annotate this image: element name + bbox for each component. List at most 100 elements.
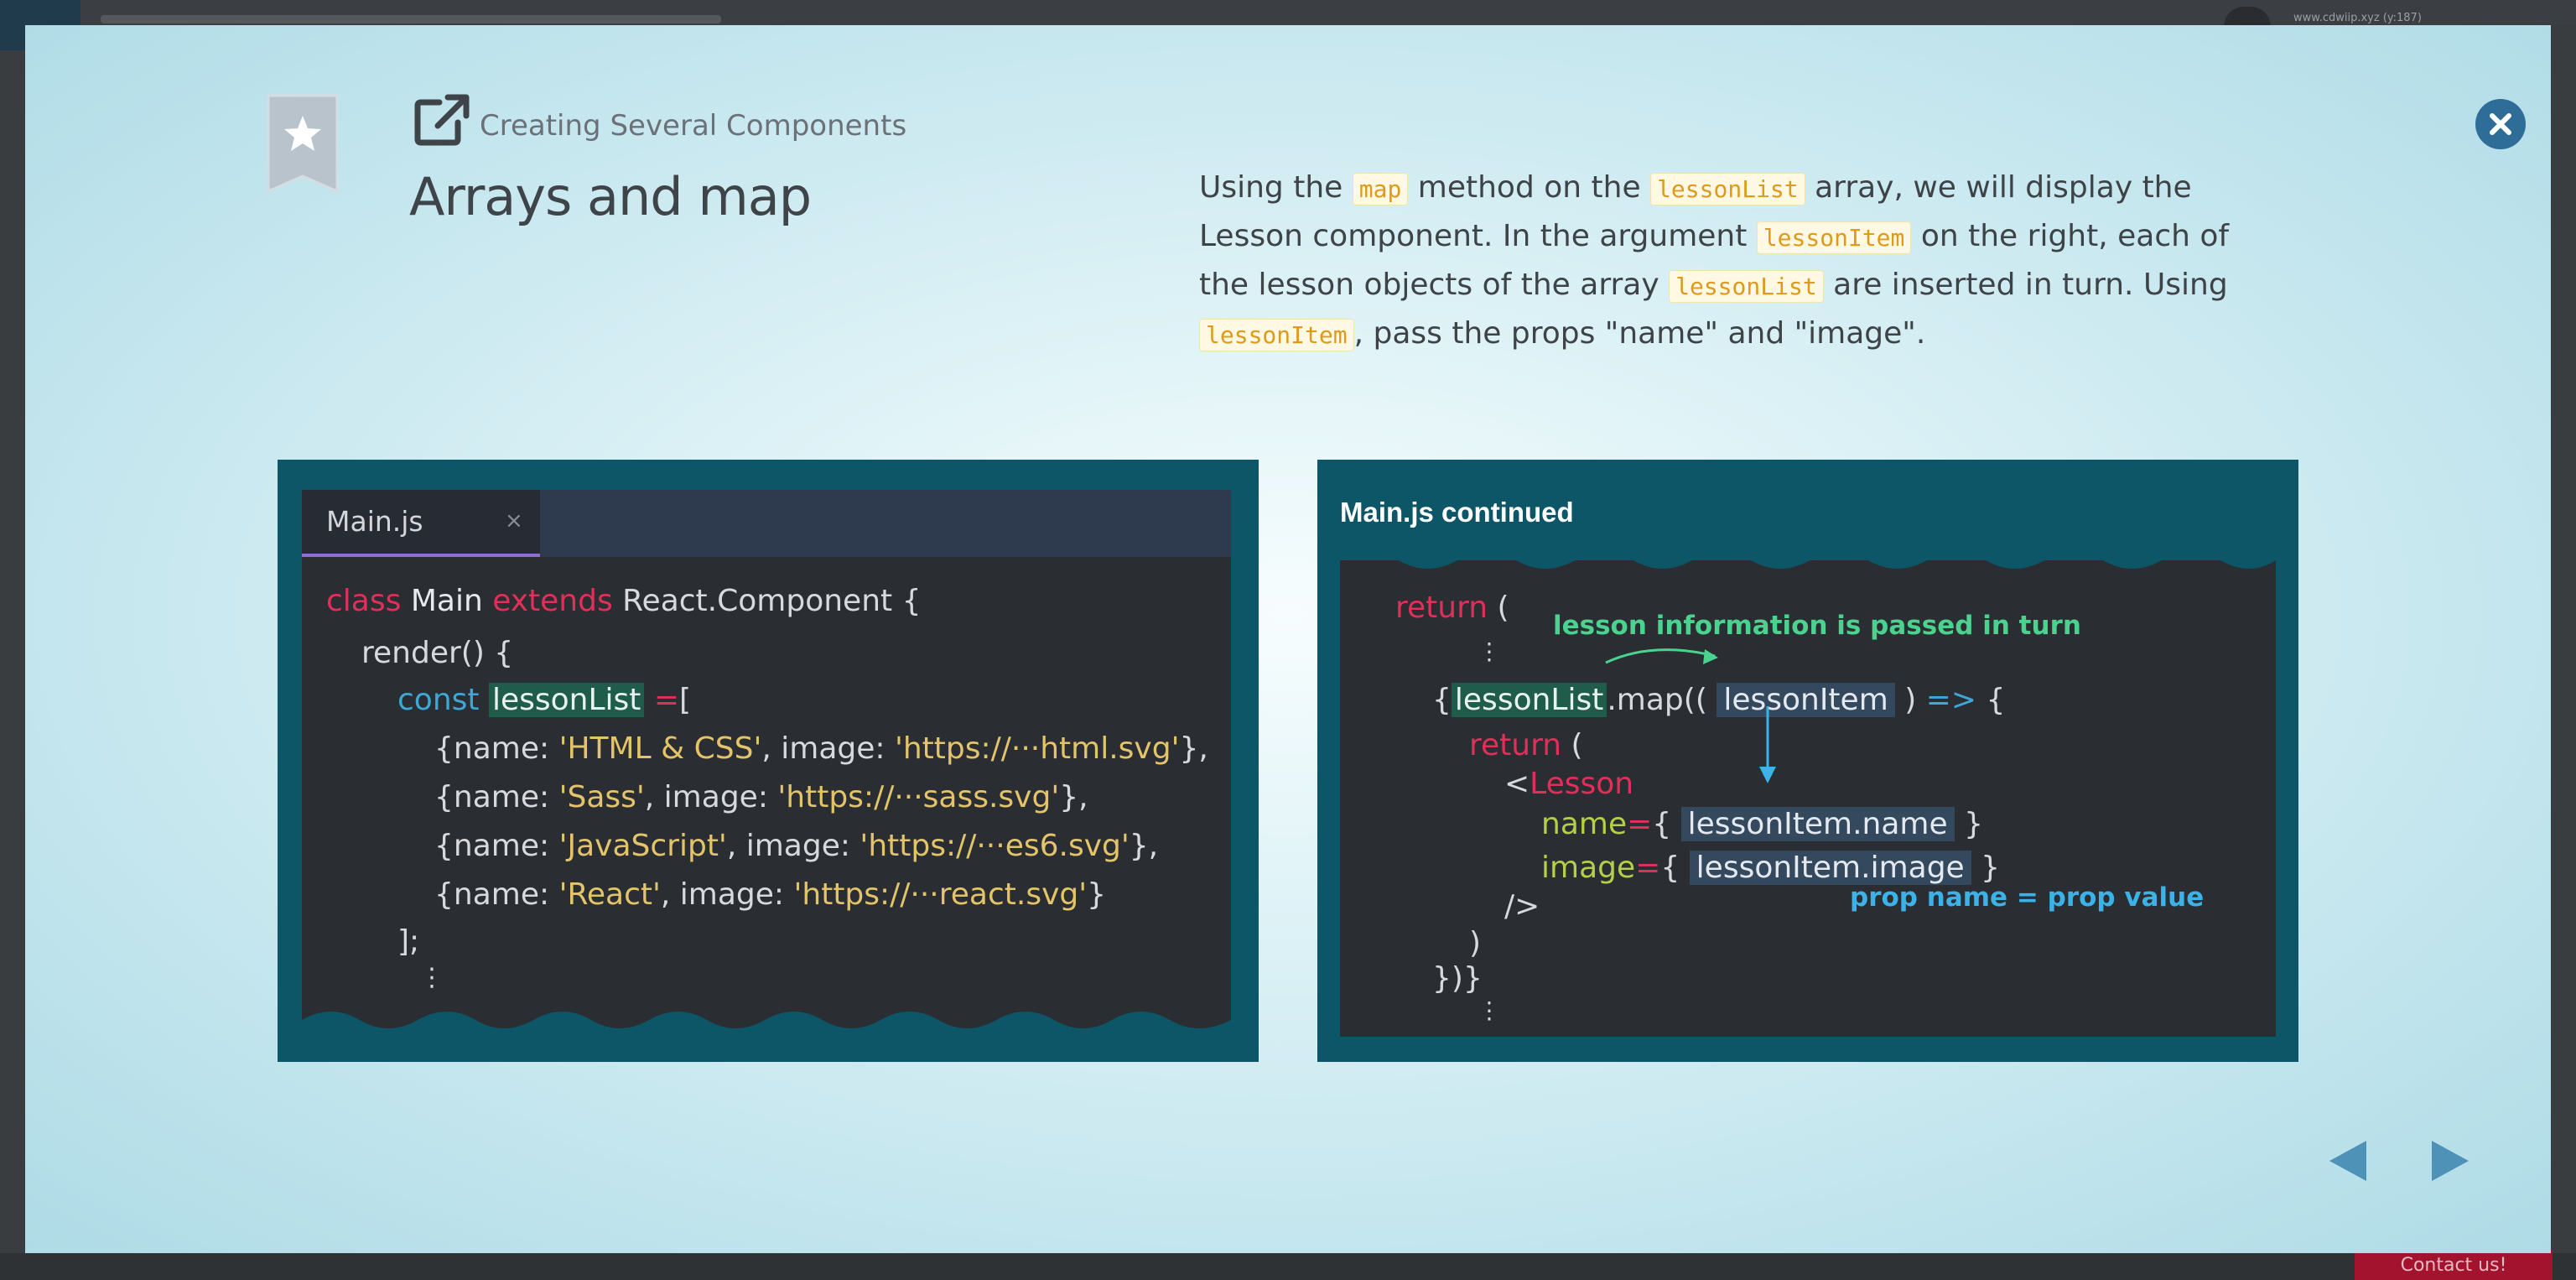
code-string: 'https://···es6.svg': [860, 829, 1130, 863]
app-search-bar: [101, 15, 721, 23]
code-token: {: [1660, 851, 1680, 885]
app-footer-backdrop: [0, 1253, 2576, 1280]
tab-label: Main.js: [326, 505, 423, 538]
code-token: const: [397, 683, 480, 717]
code-token: }: [1971, 851, 2001, 885]
code-token: (: [1561, 728, 1583, 762]
code-line-close: ];: [397, 924, 420, 959]
code-token: [: [679, 683, 692, 717]
code-token: =: [1635, 851, 1661, 885]
code-line-item: {name: 'JavaScript', image: 'https://···…: [434, 829, 1158, 863]
code-token: =: [1627, 807, 1653, 841]
code-token: =: [644, 683, 680, 717]
desc-text: Using the: [1199, 170, 1353, 205]
code-ellipsis: ⋮: [419, 963, 444, 992]
code-panel-right: Main.js continued return ( ⋮ {lessonList…: [1317, 460, 2298, 1062]
code-token: , image:: [761, 731, 895, 766]
code-string: 'JavaScript': [558, 829, 727, 863]
slide-modal: Creating Several Components Arrays and m…: [25, 25, 2551, 1253]
code-string: 'https://···sass.svg': [777, 780, 1060, 814]
code-token: , image:: [644, 780, 778, 814]
code-pill: lessonList: [1650, 173, 1805, 206]
code-token: {name:: [434, 877, 559, 912]
bookmark-icon[interactable]: [267, 94, 339, 193]
code-token: return: [1395, 591, 1488, 625]
code-line-1: class Main extends React.Component {: [326, 584, 921, 618]
code-token-highlight: lessonList: [1451, 683, 1607, 717]
code-token: ): [1894, 683, 1926, 717]
code-token: , image:: [660, 877, 794, 912]
code-string: 'https://···html.svg': [894, 731, 1180, 766]
code-pill: lessonList: [1669, 270, 1824, 303]
code-token: {: [1976, 683, 2006, 717]
code-pill: map: [1352, 173, 1409, 206]
editor-tab-bar: Main.js ×: [302, 490, 1231, 557]
code-token: (: [1488, 591, 1509, 625]
annotation-pass-in-turn: lesson information is passed in turn: [1553, 611, 2081, 641]
code-line-map: {lessonList .map(( lessonItem ) => {: [1432, 683, 2005, 717]
code-token-highlight: lessonItem.image: [1689, 851, 1971, 885]
code-token: {name:: [434, 731, 559, 766]
wave-divider: [302, 1012, 1231, 1037]
code-line-item: {name: 'HTML & CSS', image: 'https://···…: [434, 731, 1208, 766]
code-line-item: {name: 'React', image: 'https://···react…: [434, 877, 1106, 912]
wave-divider: [1340, 544, 2276, 569]
code-token: React.Component {: [612, 584, 922, 618]
code-line-image-prop: image={ lessonItem.image }: [1541, 851, 2000, 885]
code-token: <: [1504, 767, 1530, 801]
code-panel-left: Main.js × class Main extends React.Compo…: [278, 460, 1259, 1062]
slide-description: Using the map method on the lessonList a…: [1199, 164, 2247, 359]
code-token: return: [1469, 728, 1562, 762]
code-line-name-prop: name={ lessonItem.name }: [1541, 807, 1983, 841]
code-line-3: const lessonList =[: [397, 683, 691, 717]
code-line-self-close: />: [1504, 889, 1540, 924]
code-token: {: [1652, 807, 1672, 841]
code-token: {name:: [434, 780, 559, 814]
code-token: .map((: [1607, 683, 1707, 717]
external-link-icon[interactable]: [413, 92, 471, 148]
code-editor: Main.js × class Main extends React.Compo…: [302, 490, 1231, 1037]
panel-title: Main.js continued: [1340, 497, 1574, 528]
contact-us-button[interactable]: Contact us!: [2355, 1250, 2553, 1280]
tab-main-js[interactable]: Main.js ×: [302, 490, 540, 557]
desc-text: , pass the props "name" and "image".: [1353, 316, 1926, 351]
code-token: name: [1541, 807, 1628, 841]
code-token: {name:: [434, 829, 559, 863]
code-token: Main: [401, 584, 493, 618]
desc-text: are inserted in turn. Using: [1823, 268, 2228, 302]
code-token-highlight: lessonList: [488, 683, 645, 717]
contact-label: Contact us!: [2400, 1254, 2507, 1276]
tab-close-icon[interactable]: ×: [505, 508, 523, 533]
code-token: image: [1541, 851, 1636, 885]
code-line-return: return (: [1395, 591, 1509, 625]
code-line-2: render() {: [361, 636, 514, 670]
code-line-close-paren: ): [1469, 926, 1482, 960]
code-pill: lessonItem: [1756, 221, 1912, 254]
code-token: }: [1954, 807, 1983, 841]
code-token: },: [1179, 731, 1208, 766]
code-token: }: [1087, 877, 1107, 912]
close-button[interactable]: [2475, 99, 2526, 149]
code-token: Lesson: [1530, 767, 1634, 801]
code-pill: lessonItem: [1199, 319, 1354, 351]
code-token: extends: [492, 584, 613, 618]
code-string: 'Sass': [558, 780, 645, 814]
page-title: Arrays and map: [409, 166, 812, 227]
code-string: 'React': [558, 877, 661, 912]
code-token: , image:: [726, 829, 860, 863]
code-token: class: [326, 584, 402, 618]
code-token: },: [1059, 780, 1088, 814]
code-token: {: [1432, 683, 1452, 717]
code-line-return2: return (: [1469, 728, 1583, 762]
code-line-item: {name: 'Sass', image: 'https://···sass.s…: [434, 780, 1088, 814]
next-slide-button[interactable]: [2432, 1141, 2469, 1181]
code-token-highlight: lessonItem: [1716, 683, 1895, 717]
close-icon: [2490, 113, 2511, 135]
code-ellipsis: ⋮: [1478, 637, 1501, 665]
prev-slide-button[interactable]: [2329, 1141, 2366, 1181]
code-token: =>: [1925, 683, 1977, 717]
code-string: 'HTML & CSS': [558, 731, 762, 766]
code-token: },: [1129, 829, 1159, 863]
annotation-prop-value: prop name = prop value: [1850, 882, 2205, 913]
breadcrumb: Creating Several Components: [480, 109, 907, 143]
